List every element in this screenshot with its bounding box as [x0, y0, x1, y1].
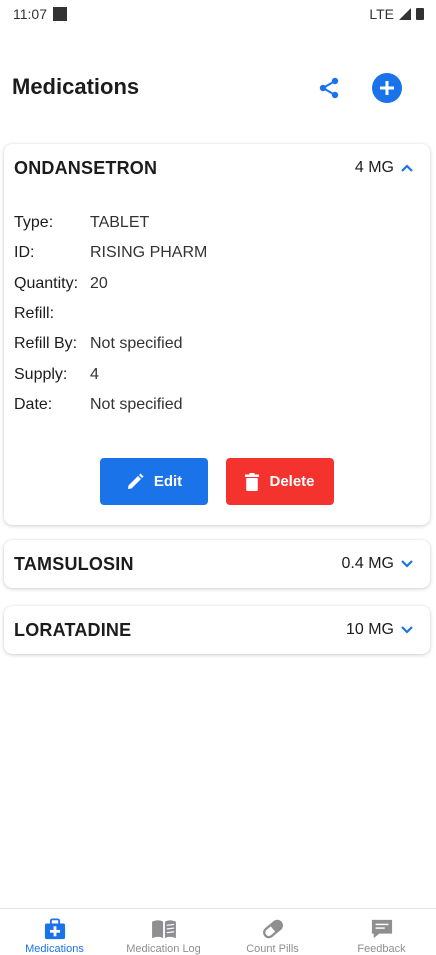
medication-card-header[interactable]: ONDANSETRON 4 MG: [4, 144, 430, 192]
pencil-icon: [127, 473, 144, 489]
detail-value: 20: [90, 274, 108, 292]
detail-value: Not specified: [90, 395, 183, 413]
book-icon: [151, 920, 176, 939]
detail-row-quantity: Quantity: 20: [14, 269, 420, 299]
detail-row-refill: Refill:: [14, 299, 420, 329]
detail-row-supply: Supply: 4: [14, 359, 420, 389]
dose-toggle: 4 MG: [355, 159, 414, 177]
edit-label: Edit: [153, 473, 183, 491]
medkit-icon: [44, 918, 65, 940]
trash-icon: [245, 472, 260, 491]
add-medication-button[interactable]: [372, 73, 402, 103]
share-button[interactable]: [314, 73, 344, 103]
nav-label: Medications: [25, 943, 84, 955]
chevron-up-icon: [400, 161, 414, 175]
chevron-down-icon: [400, 557, 414, 571]
page-title: Medications: [12, 74, 140, 99]
medication-card-ondansetron: ONDANSETRON 4 MG Type: TABLET ID: RISING…: [4, 144, 430, 526]
chevron-down-icon: [400, 623, 414, 637]
detail-row-id: ID: RISING PHARM: [14, 238, 420, 268]
status-right: LTE: [369, 6, 424, 22]
card-actions: Edit Delete: [4, 458, 430, 525]
nav-item-feedback[interactable]: Feedback: [327, 909, 436, 955]
status-left: 11:07: [13, 6, 67, 22]
medication-name: ONDANSETRON: [14, 157, 158, 178]
nav-item-medications[interactable]: Medications: [0, 909, 109, 955]
medication-details: Type: TABLET ID: RISING PHARM Quantity: …: [4, 192, 430, 420]
medication-dose: 4 MG: [354, 159, 394, 176]
pill-icon: [262, 919, 283, 939]
delete-label: Delete: [269, 473, 315, 491]
signal-icon: [399, 8, 411, 20]
detail-label: Quantity:: [14, 274, 79, 292]
status-time: 11:07: [13, 6, 47, 22]
nav-item-medication-log[interactable]: Medication Log: [109, 909, 218, 955]
app-header: Medications: [0, 62, 436, 112]
network-type: LTE: [369, 6, 394, 22]
detail-label: Date:: [14, 395, 53, 413]
medication-card-header[interactable]: TAMSULOSIN 0.4 MG: [4, 540, 430, 588]
nav-label: Medication Log: [126, 943, 201, 955]
detail-label: Type:: [14, 214, 54, 232]
dose-toggle: 10 MG: [346, 621, 414, 639]
dose-toggle: 0.4 MG: [342, 555, 414, 573]
detail-value: 4: [90, 365, 99, 383]
delete-button[interactable]: Delete: [226, 458, 334, 506]
detail-row-type: Type: TABLET: [14, 208, 420, 238]
share-icon: [319, 77, 339, 99]
battery-icon: [416, 8, 424, 20]
detail-value: TABLET: [90, 214, 150, 232]
detail-label: ID:: [14, 244, 35, 262]
plus-icon: [380, 81, 394, 95]
medication-name: LORATADINE: [14, 619, 132, 640]
medication-card-loratadine: LORATADINE 10 MG: [4, 606, 430, 654]
nav-label: Feedback: [357, 943, 406, 955]
detail-label: Refill By:: [14, 335, 78, 353]
detail-value: Not specified: [90, 335, 183, 353]
nav-item-count-pills[interactable]: Count Pills: [218, 909, 327, 955]
medication-dose: 10 MG: [345, 621, 394, 638]
detail-label: Refill:: [14, 305, 55, 323]
medication-dose: 0.4 MG: [341, 555, 394, 572]
edit-button[interactable]: Edit: [100, 458, 208, 506]
feedback-icon: [371, 919, 392, 939]
status-bar: 11:07 LTE: [0, 0, 436, 28]
detail-value: RISING PHARM: [90, 244, 208, 262]
detail-row-date: Date: Not specified: [14, 390, 420, 420]
detail-row-refill-by: Refill By: Not specified: [14, 329, 420, 359]
medication-card-header[interactable]: LORATADINE 10 MG: [4, 606, 430, 654]
nav-label: Count Pills: [246, 943, 299, 955]
notification-icon: [53, 7, 67, 21]
bottom-nav: Medications Medication Log Count Pills F…: [0, 908, 436, 955]
medication-name: TAMSULOSIN: [14, 553, 134, 574]
detail-label: Supply:: [14, 365, 68, 383]
medication-card-tamsulosin: TAMSULOSIN 0.4 MG: [4, 540, 430, 588]
